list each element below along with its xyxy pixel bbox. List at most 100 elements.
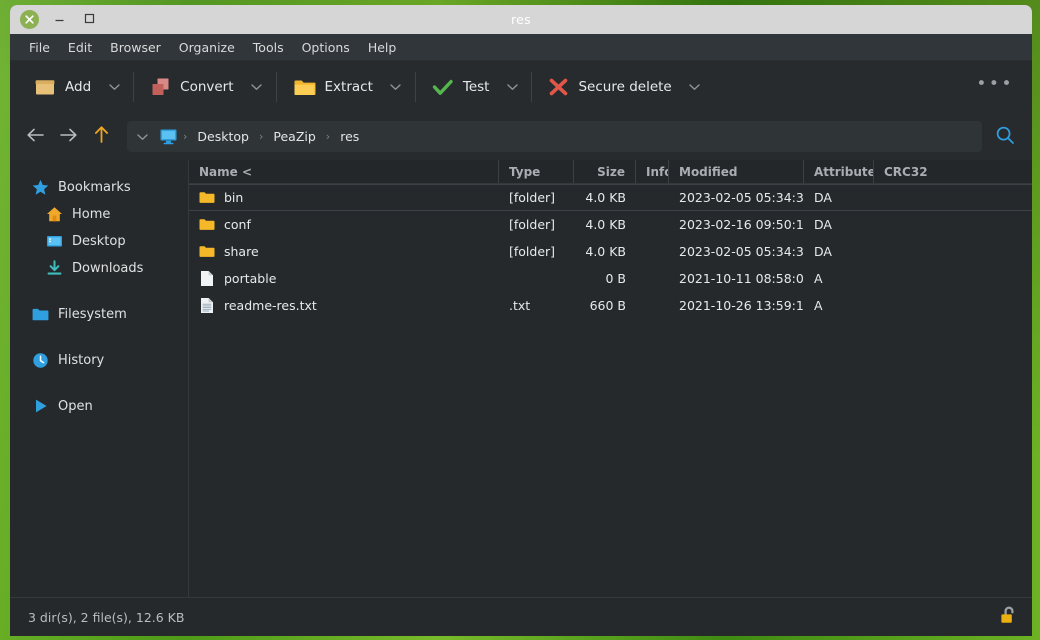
minimize-button[interactable] [44,5,74,34]
breadcrumb[interactable]: › Desktop › PeaZip › res [127,121,982,152]
cell-size: 4.0 KB [585,244,626,259]
cell-modified: 2021-10-26 13:59:18 [679,298,804,313]
table-row[interactable]: readme-res.txt .txt 660 B 2021-10-26 13:… [189,292,1032,319]
menu-bar: File Edit Browser Organize Tools Options… [10,34,1032,61]
play-icon [32,398,49,415]
back-arrow-icon [26,127,45,147]
toolbar-group-extract: Extract [283,67,409,107]
sidebar-item-open[interactable]: Open [10,393,188,419]
add-button[interactable]: Add [24,70,101,104]
toolbar-overflow-button[interactable]: ••• [966,70,1024,104]
back-button[interactable] [20,122,50,152]
menu-item-file[interactable]: File [20,36,59,59]
menu-item-edit[interactable]: Edit [59,36,101,59]
sidebar-item-downloads[interactable]: Downloads [10,255,188,281]
cell-modified: 2023-02-16 09:50:14 [679,217,804,232]
cell-name: bin [189,190,499,206]
table-row[interactable]: share [folder] 4.0 KB 2023-02-05 05:34:3… [189,238,1032,265]
sidebar-item-history[interactable]: History [10,347,188,373]
folder-icon [32,306,49,323]
forward-arrow-icon [59,127,78,147]
status-bar: 3 dir(s), 2 file(s), 12.6 KB [10,597,1032,636]
menu-item-help[interactable]: Help [359,36,406,59]
breadcrumb-separator: › [258,130,264,143]
cell-size: 4.0 KB [585,217,626,232]
secure-delete-button[interactable]: Secure delete [538,70,681,104]
cell-modified: 2023-02-05 05:34:36 [679,244,804,259]
up-arrow-icon [93,125,110,148]
cell-modified: 2021-10-11 08:58:06 [679,271,804,286]
cell-name: readme-res.txt [189,298,499,314]
title-bar: res [10,5,1032,34]
computer-icon[interactable] [155,128,180,145]
menu-item-options[interactable]: Options [293,36,359,59]
cell-size: 4.0 KB [585,190,626,205]
chevron-down-icon[interactable] [135,133,155,141]
breadcrumb-item-desktop[interactable]: Desktop [190,126,256,147]
search-button[interactable] [986,120,1024,154]
test-dropdown-button[interactable] [499,71,525,103]
file-blank-icon [199,271,215,287]
add-dropdown-button[interactable] [101,71,127,103]
cell-name: share [189,244,499,260]
add-button-label: Add [65,79,92,95]
sidebar-item-bookmarks[interactable]: Bookmarks [10,174,188,200]
toolbar-group-test: Test [422,67,526,107]
sidebar-item-home[interactable]: Home [10,201,188,227]
folder-icon [199,217,215,233]
desktop-icon [46,233,63,250]
sidebar-label: History [58,352,105,368]
convert-dropdown-button[interactable] [244,71,270,103]
column-header-size[interactable]: Size [574,160,636,183]
toolbar-group-secure-delete: Secure delete [538,67,707,107]
sidebar-item-filesystem[interactable]: Filesystem [10,301,188,327]
breadcrumb-item-peazip[interactable]: PeaZip [266,126,322,147]
extract-folder-icon [293,78,316,97]
menu-item-organize[interactable]: Organize [170,36,244,59]
star-icon [32,179,49,196]
secure-delete-dropdown-button[interactable] [682,71,708,103]
convert-button[interactable]: Convert [140,70,243,105]
history-icon [32,352,49,369]
cell-type: .txt [509,298,531,313]
toolbar-group-add: Add [24,67,127,107]
test-button[interactable]: Test [422,71,500,104]
extract-button[interactable]: Extract [283,71,383,104]
extract-button-label: Extract [324,79,373,95]
column-header-modified[interactable]: Modified [669,160,804,183]
close-button[interactable] [14,5,44,34]
column-header-name[interactable]: Name < [189,160,499,183]
file-name: share [224,244,259,259]
extract-dropdown-button[interactable] [383,71,409,103]
maximize-button[interactable] [74,5,104,34]
column-header-type[interactable]: Type [499,160,574,183]
menu-item-browser[interactable]: Browser [101,36,170,59]
toolbar-separator [531,72,533,102]
test-button-label: Test [462,79,490,95]
test-check-icon [432,78,454,97]
sidebar-label: Downloads [72,260,144,276]
table-row[interactable]: portable 0 B 2021-10-11 08:58:06 A [189,265,1032,292]
sidebar-label: Home [72,206,111,222]
up-button[interactable] [86,122,116,152]
forward-button[interactable] [53,122,83,152]
cell-size: 660 B [589,298,626,313]
table-row[interactable]: bin [folder] 4.0 KB 2023-02-05 05:34:32 … [189,184,1032,211]
sidebar-label: Filesystem [58,306,127,322]
sidebar: Bookmarks Home Desktop Downloads Filesys… [10,160,189,597]
column-header-attributes[interactable]: Attributes [804,160,874,183]
unlocked-padlock-icon[interactable] [999,605,1018,630]
cell-name: conf [189,217,499,233]
cell-modified: 2023-02-05 05:34:32 [679,190,804,205]
file-name: conf [224,217,251,232]
tool-bar: Add Convert Extract Test Secure delete •… [10,61,1032,113]
column-header-info[interactable]: Info [636,160,669,183]
menu-item-tools[interactable]: Tools [244,36,293,59]
secure-delete-icon [548,77,569,97]
address-bar: › Desktop › PeaZip › res [10,113,1032,160]
column-header-crc32[interactable]: CRC32 [874,160,1032,183]
maximize-icon [83,10,96,29]
table-row[interactable]: conf [folder] 4.0 KB 2023-02-16 09:50:14… [189,211,1032,238]
breadcrumb-item-res[interactable]: res [333,126,366,147]
sidebar-item-desktop[interactable]: Desktop [10,228,188,254]
